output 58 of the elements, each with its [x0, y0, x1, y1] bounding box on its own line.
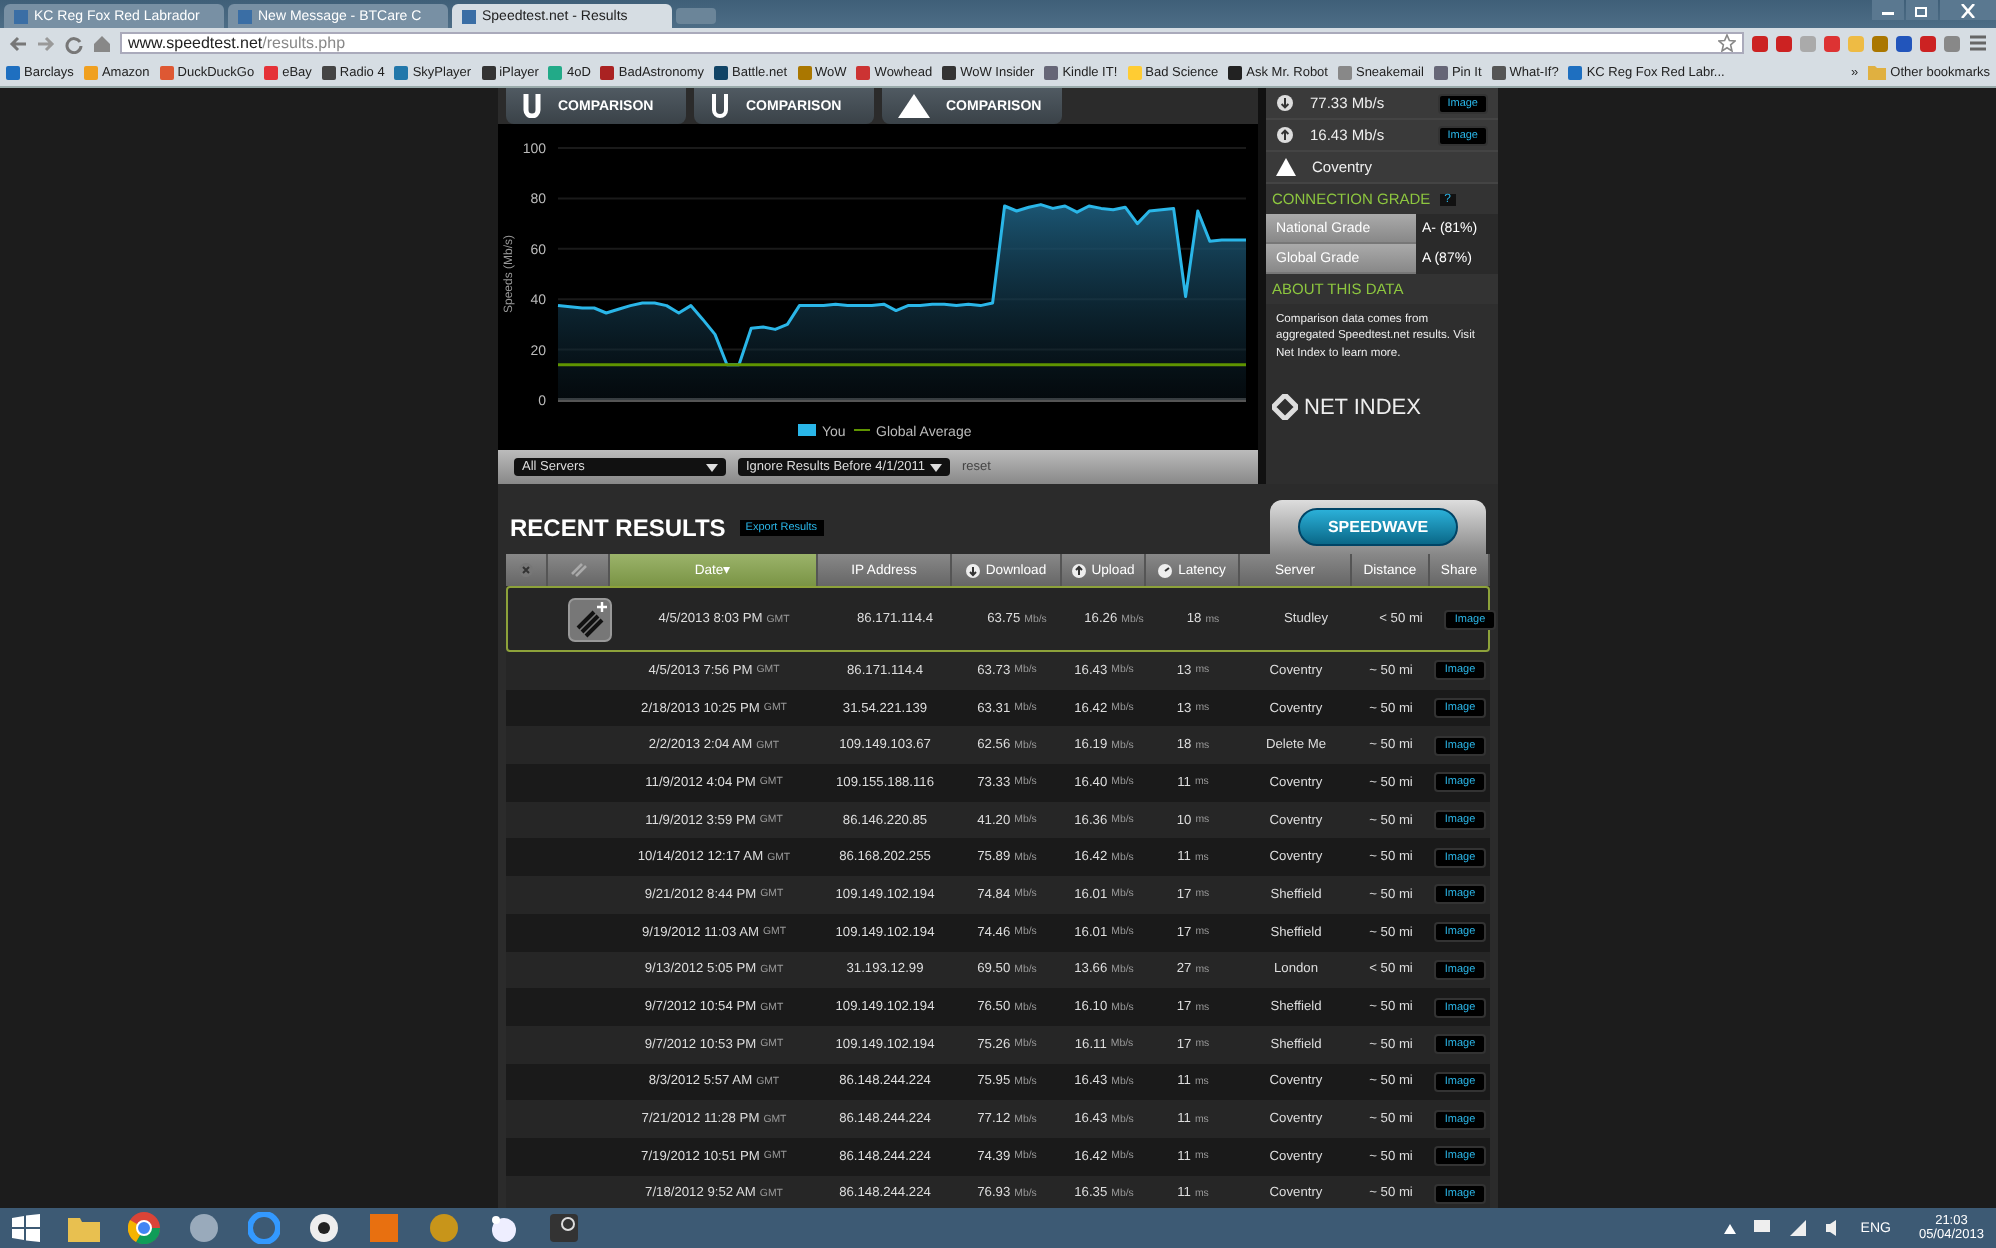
caret-icon — [706, 463, 718, 471]
logo-text: NET INDEX — [1304, 395, 1421, 420]
site-icon — [1044, 65, 1059, 79]
site-icon — [856, 65, 871, 79]
restore-icon — [1914, 3, 1930, 17]
forward-icon[interactable] — [36, 33, 56, 53]
close-button[interactable] — [1940, 0, 1996, 20]
gauge-icon — [1158, 563, 1173, 577]
add-link-icon — [567, 597, 611, 641]
folder-icon[interactable] — [68, 1214, 100, 1242]
legend-line — [853, 429, 871, 431]
caret-icon[interactable] — [1724, 1223, 1737, 1233]
site-icon — [600, 65, 615, 79]
site-icon — [1228, 65, 1243, 79]
flag-icon[interactable] — [1752, 1218, 1773, 1238]
section-title: RECENT RESULTS — [510, 513, 726, 541]
site-icon — [481, 65, 496, 79]
star-icon[interactable] — [1718, 34, 1736, 52]
browser-icon[interactable] — [128, 1212, 160, 1244]
close-icon — [1960, 3, 1976, 17]
site-icon — [714, 65, 729, 79]
home-icon[interactable] — [92, 33, 112, 53]
speedwave-button[interactable]: SPEEDWAVE — [1297, 508, 1459, 546]
site-icon — [321, 65, 336, 79]
triangle-icon — [898, 94, 930, 118]
folder-icon — [1868, 64, 1887, 80]
site-icon — [1491, 65, 1506, 79]
triangle-icon — [1276, 158, 1296, 176]
site-icon — [83, 65, 98, 79]
site-icon — [548, 65, 563, 79]
restore-button[interactable] — [1906, 0, 1938, 20]
caret-icon — [930, 463, 942, 471]
legend-swatch — [798, 424, 816, 436]
site-icon — [394, 65, 409, 79]
app-icon[interactable] — [308, 1212, 340, 1244]
site-icon — [1568, 65, 1583, 79]
site-icon — [14, 9, 28, 23]
diamond-logo-icon — [1272, 394, 1298, 421]
site-icon — [6, 65, 20, 79]
site-icon — [1433, 65, 1448, 79]
back-icon[interactable] — [8, 33, 28, 53]
network-icon[interactable] — [1788, 1218, 1809, 1238]
address-bar[interactable]: www.speedtest.net/results.php — [120, 32, 1744, 54]
start-icon[interactable] — [12, 1214, 40, 1242]
site-icon — [797, 65, 812, 79]
site-icon — [264, 65, 279, 79]
reload-icon[interactable] — [64, 33, 84, 53]
site-icon — [238, 9, 252, 23]
site-icon — [942, 65, 957, 79]
site-icon — [1127, 65, 1142, 79]
site-icon — [462, 9, 476, 23]
site-icon — [159, 65, 174, 79]
app-icon[interactable] — [548, 1212, 580, 1244]
close-icon — [518, 562, 534, 578]
menu-icon[interactable] — [1968, 34, 1988, 52]
minimize-button[interactable] — [1872, 0, 1904, 20]
app-icon[interactable] — [488, 1212, 520, 1244]
site-icon — [1337, 65, 1352, 79]
